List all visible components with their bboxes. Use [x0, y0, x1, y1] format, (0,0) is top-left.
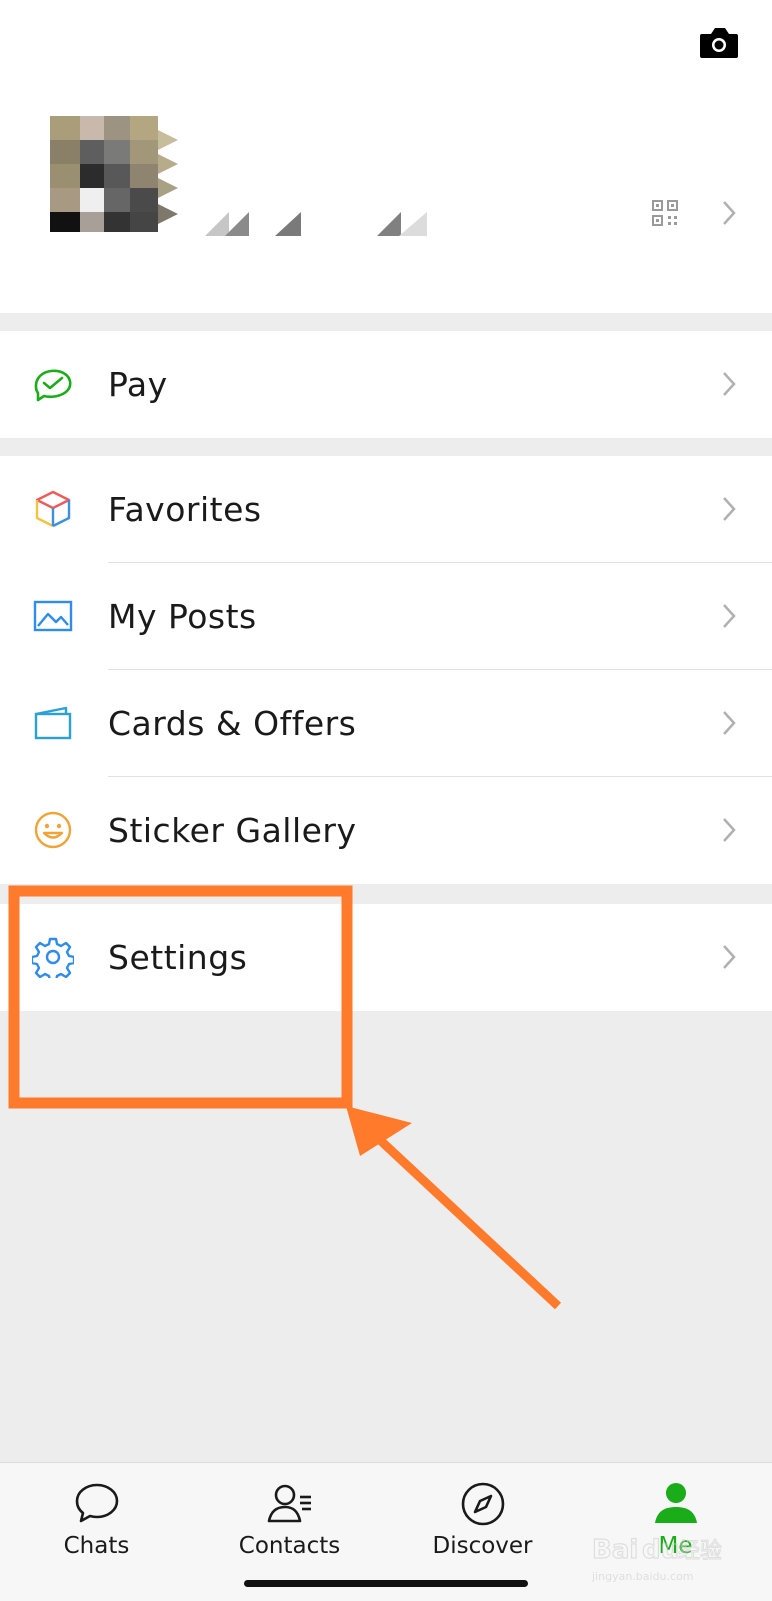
svg-text:经验: 经验 [678, 1539, 722, 1564]
avatar[interactable] [48, 112, 180, 236]
chevron-right-icon [723, 945, 736, 969]
image-icon [33, 600, 73, 632]
chevron-right-icon [723, 818, 736, 842]
smiley-icon [34, 811, 72, 849]
menu-item-favorites-label: Favorites [108, 490, 262, 529]
contacts-icon [267, 1484, 311, 1523]
camera-icon[interactable] [698, 26, 740, 60]
chat-bubble-icon [75, 1483, 119, 1523]
person-icon [655, 1483, 697, 1523]
chevron-right-icon [723, 604, 736, 628]
tab-chats-label: Chats [63, 1533, 130, 1559]
svg-text:du: du [642, 1535, 679, 1565]
cube-icon [35, 490, 71, 528]
chevron-right-icon [723, 497, 736, 521]
chevron-right-icon [723, 372, 736, 396]
settings-group: Settings [0, 904, 772, 1011]
menu-item-cards-offers-label: Cards & Offers [108, 704, 357, 743]
menu-item-sticker-gallery[interactable]: Sticker Gallery [0, 777, 772, 884]
pay-group: Pay [0, 331, 772, 438]
menu-item-settings-label: Settings [108, 938, 248, 977]
tab-discover-label: Discover [432, 1533, 533, 1559]
menu-item-my-posts[interactable]: My Posts [0, 563, 772, 670]
chevron-right-icon [723, 711, 736, 735]
menu-item-my-posts-label: My Posts [108, 597, 257, 636]
qr-code-icon[interactable] [652, 200, 678, 226]
gear-icon [32, 937, 74, 978]
menu-item-pay[interactable]: Pay [0, 331, 772, 438]
menu-item-cards-offers[interactable]: Cards & Offers [0, 670, 772, 777]
watermark: Bai du 经验 jingyan.baidu.com [591, 1534, 723, 1583]
arrow-head-icon [346, 1106, 412, 1156]
menu-item-favorites[interactable]: Favorites [0, 456, 772, 563]
chevron-right-icon[interactable] [722, 200, 736, 226]
svg-text:Bai: Bai [592, 1535, 638, 1565]
home-indicator [244, 1580, 528, 1587]
nickname-obscured [205, 212, 427, 236]
menu-item-pay-label: Pay [108, 365, 168, 404]
annotation-arrow [376, 1136, 562, 1310]
menu-item-sticker-gallery-label: Sticker Gallery [108, 811, 357, 850]
compass-icon [461, 1482, 505, 1526]
card-icon [34, 706, 72, 740]
tab-chats[interactable]: Chats [0, 1463, 193, 1601]
svg-text:jingyan.baidu.com: jingyan.baidu.com [591, 1570, 694, 1583]
tab-contacts-label: Contacts [238, 1533, 341, 1559]
pay-icon [34, 369, 72, 402]
menu-item-settings[interactable]: Settings [0, 904, 772, 1011]
services-group: Favorites My Posts Cards & Offers Sticke… [0, 456, 772, 884]
profile-header [0, 0, 772, 313]
